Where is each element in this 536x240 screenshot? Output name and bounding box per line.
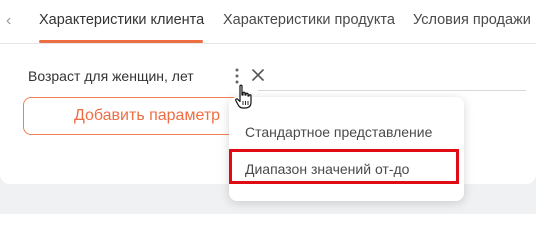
parameter-label: Возраст для женщин, лет xyxy=(28,68,194,84)
tab-sale-conditions[interactable]: Условия продажи xyxy=(413,12,531,28)
tab-client-characteristics[interactable]: Характеристики клиента xyxy=(39,12,204,28)
hand-cursor-icon xyxy=(235,84,252,109)
option-standard-view[interactable]: Стандартное представление xyxy=(245,124,432,140)
tab-bar: ‹ Характеристики клиента Характеристики … xyxy=(0,0,536,44)
close-icon[interactable] xyxy=(251,68,265,82)
tab-product-characteristics[interactable]: Характеристики продукта xyxy=(223,12,395,28)
chevron-left-icon[interactable]: ‹ xyxy=(6,12,11,30)
parameter-input-line xyxy=(258,90,526,91)
tab-divider xyxy=(0,43,536,44)
kebab-icon[interactable] xyxy=(233,67,241,85)
highlight-frame xyxy=(229,149,459,184)
